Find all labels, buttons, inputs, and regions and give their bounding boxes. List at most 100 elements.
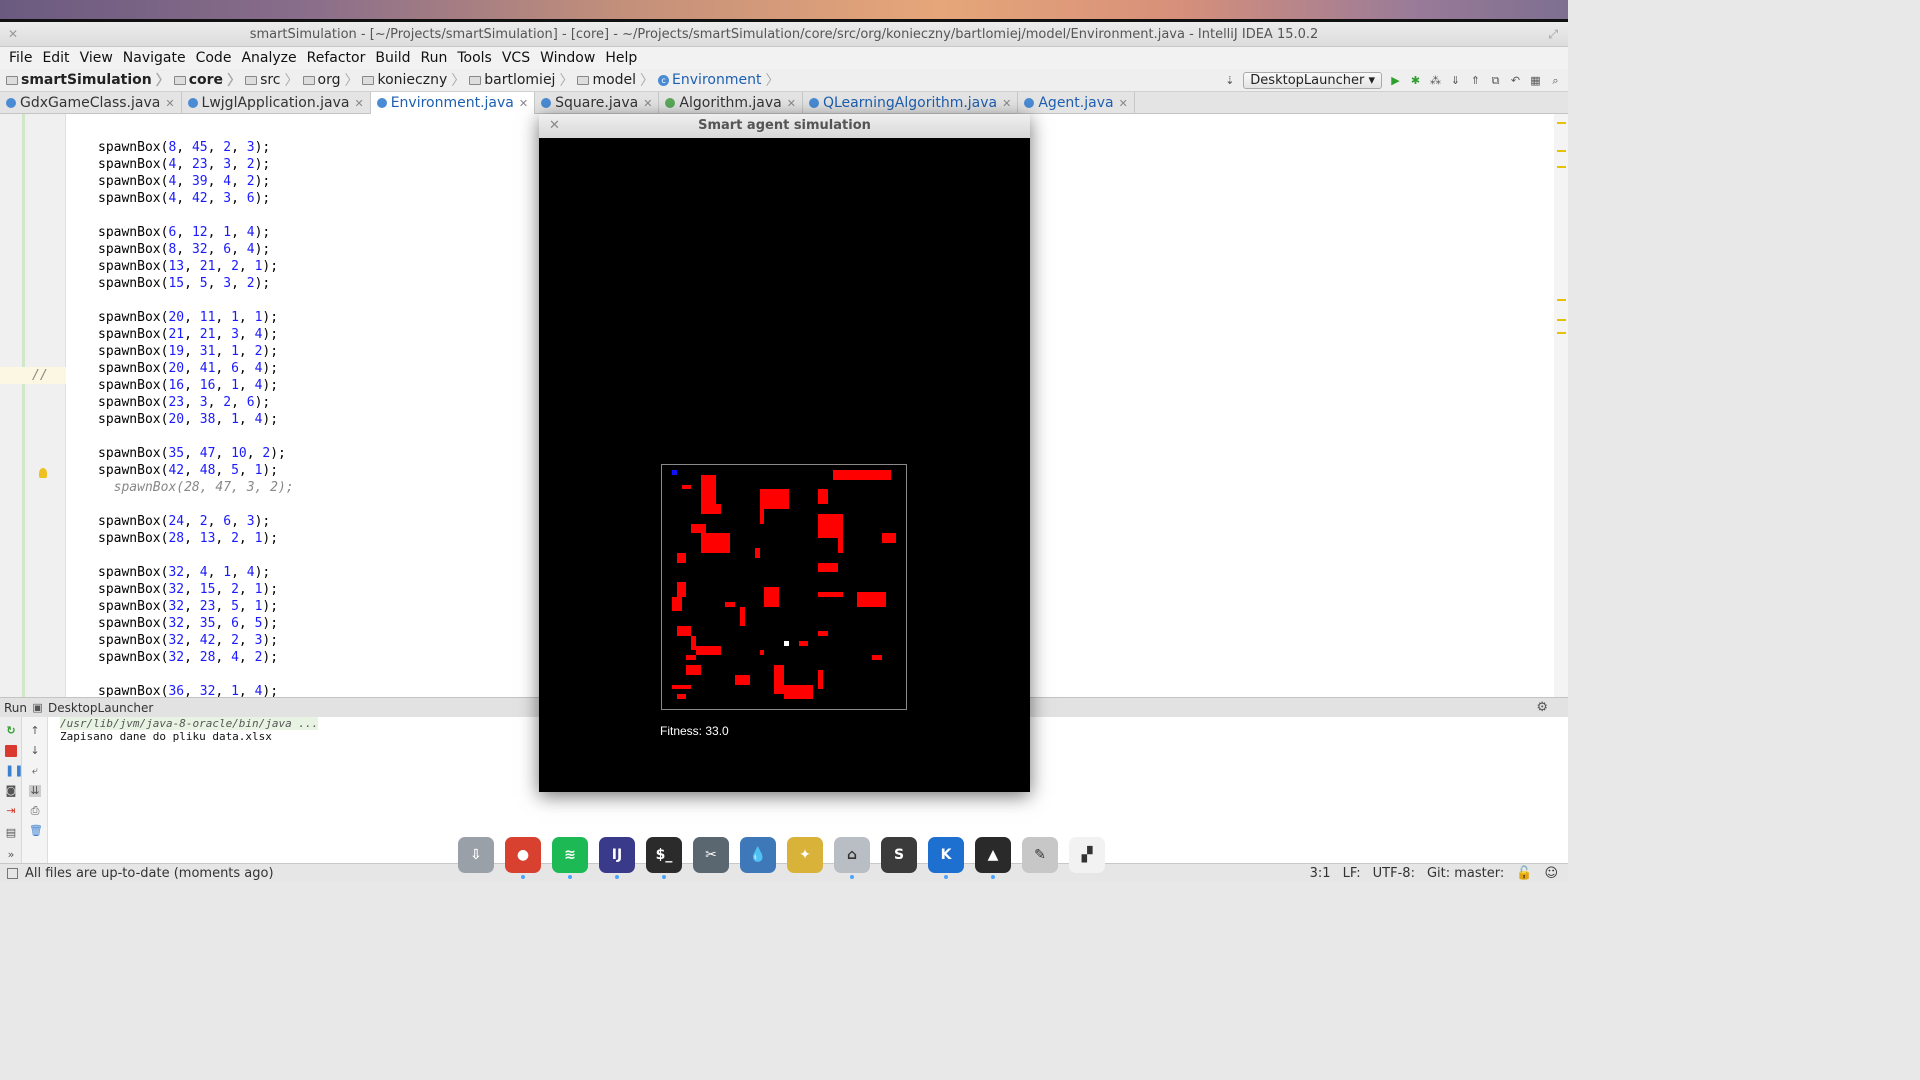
breadcrumb-org[interactable]: org 〉 [302,70,358,90]
menu-help[interactable]: Help [600,50,642,66]
wrap-icon[interactable]: ⤶ [29,765,41,777]
simulation-title-bar[interactable]: ✕ Smart agent simulation [539,114,1030,138]
marker-stripe [1557,299,1566,301]
breadcrumb-module[interactable]: core 〉 [173,70,241,90]
tab-lwjglapplication[interactable]: LwjglApplication.java ✕ [182,92,371,114]
coverage-icon[interactable]: ⁂ [1429,74,1442,87]
menu-analyze[interactable]: Analyze [236,50,301,66]
dock-glyph: ⇩ [470,847,482,863]
layout-icon[interactable]: ▤ [5,827,17,839]
tab-environment[interactable]: Environment.java ✕ [370,92,536,114]
menu-navigate[interactable]: Navigate [118,50,191,66]
gear-icon[interactable]: ⚙ [1536,700,1548,715]
sublime-icon[interactable]: S [881,837,917,873]
maximize-icon[interactable]: ⤢ [1548,22,1558,47]
obstacle-box [759,508,765,524]
close-icon[interactable]: ✕ [165,97,174,110]
installer-icon[interactable]: ⇩ [458,837,494,873]
close-icon[interactable]: ✕ [549,114,560,138]
tab-agent[interactable]: Agent.java ✕ [1018,92,1135,114]
marker-stripe [1557,332,1566,334]
puzzle-icon[interactable]: ✦ [787,837,823,873]
breadcrumb-class[interactable]: c Environment 〉 [658,70,779,90]
breadcrumb-bartlomiej[interactable]: bartlomiej 〉 [469,70,573,90]
spotify-icon[interactable]: ≋ [552,837,588,879]
tab-qlearningalgorithm[interactable]: QLearningAlgorithm.java ✕ [803,92,1019,114]
video-editor-icon[interactable]: ✂ [693,837,729,873]
files-home-icon[interactable]: ⌂ [834,837,870,879]
vcs-branch[interactable]: Git: master: [1427,864,1504,883]
code-line: spawnBox(24, 2, 6, 3); [98,514,271,529]
tab-square[interactable]: Square.java ✕ [535,92,660,114]
menu-run[interactable]: Run [416,50,453,66]
editor-gutter[interactable] [0,114,66,697]
breadcrumb-konieczny[interactable]: konieczny 〉 [362,70,465,90]
line-separator[interactable]: LF: [1343,864,1361,883]
menu-refactor[interactable]: Refactor [302,50,371,66]
run-config-select[interactable]: DesktopLauncher ▾ [1243,72,1382,89]
close-icon[interactable]: ✕ [787,97,796,110]
scroll-end-icon[interactable]: ⇊ [29,785,41,797]
search-icon[interactable]: ⌕ [1549,74,1562,87]
breadcrumb-project[interactable]: smartSimulation 〉 [6,70,170,90]
debug-icon[interactable]: ✱ [1409,74,1422,87]
menu-vcs[interactable]: VCS [497,50,535,66]
tab-algorithm[interactable]: Algorithm.java ✕ [659,92,803,114]
close-icon[interactable]: ✕ [8,22,18,47]
trash-icon[interactable]: 🗑 [29,825,43,837]
droplet-icon[interactable]: 💧 [740,837,776,873]
rerun-icon[interactable]: ↻ [5,725,17,737]
caret-position[interactable]: 3:1 [1310,864,1331,883]
ide-title-bar[interactable]: ✕ smartSimulation - [~/Projects/smartSim… [0,22,1568,47]
comment-marker: // [32,368,48,383]
kde-icon[interactable]: K [928,837,964,879]
brush-tool-icon[interactable]: ✎ [1022,837,1058,873]
menu-tools[interactable]: Tools [452,50,497,66]
editor-scrollbar[interactable] [1554,114,1568,697]
menu-file[interactable]: File [4,50,37,66]
inspector-icon[interactable]: ☺ [1544,864,1558,883]
tool-window-toggle-icon[interactable] [7,868,18,879]
lightbulb-icon[interactable] [39,468,47,478]
arrow-down-icon[interactable]: ↓ [29,745,41,757]
camera-icon[interactable]: ◙ [5,785,17,797]
breadcrumb-model[interactable]: model 〉 [577,70,654,90]
lock-icon[interactable]: 🔓 [1516,864,1532,883]
menu-window[interactable]: Window [535,50,600,66]
vcs-compare-icon[interactable]: ⧉ [1489,74,1502,87]
stop-icon[interactable] [5,745,17,757]
console-output[interactable]: /usr/lib/jvm/java-8-oracle/bin/java ... … [60,717,319,743]
vcs-update-icon[interactable]: ⇓ [1449,74,1462,87]
close-icon[interactable]: ✕ [1002,97,1011,110]
close-icon[interactable]: ✕ [643,97,652,110]
menu-code[interactable]: Code [191,50,237,66]
run-icon[interactable]: ▶ [1389,74,1402,87]
menu-edit[interactable]: Edit [37,50,74,66]
terminal-icon[interactable]: $_ [646,837,682,879]
arrow-up-icon[interactable]: ↑ [29,725,41,737]
running-indicator [615,875,619,879]
expand-icon[interactable]: » [5,849,17,861]
menu-view[interactable]: View [75,50,118,66]
obstacle-box [837,538,843,553]
build-icon[interactable]: ⇣ [1223,74,1236,87]
vcs-commit-icon[interactable]: ⇑ [1469,74,1482,87]
obstacle-box [754,547,760,558]
intellij-icon[interactable]: IJ [599,837,635,879]
project-structure-icon[interactable]: ▦ [1529,74,1542,87]
close-icon[interactable]: ✕ [354,97,363,110]
tab-gdxgameclass[interactable]: GdxGameClass.java ✕ [0,92,182,114]
pause-icon[interactable]: ❚❚ [5,765,23,777]
obstacle-box [671,684,692,690]
close-icon[interactable]: ✕ [519,97,528,110]
menu-build[interactable]: Build [370,50,415,66]
print-icon[interactable]: ⎙ [29,805,41,817]
close-icon[interactable]: ✕ [1119,97,1128,110]
exit-icon[interactable]: ⇥ [5,805,17,817]
windows-icon[interactable]: ▞ [1069,837,1105,873]
breadcrumb-src[interactable]: src 〉 [245,70,299,90]
chrome-icon[interactable]: ● [505,837,541,879]
file-encoding[interactable]: UTF-8: [1373,864,1415,883]
revert-icon[interactable]: ↶ [1509,74,1522,87]
inkscape-icon[interactable]: ▲ [975,837,1011,879]
